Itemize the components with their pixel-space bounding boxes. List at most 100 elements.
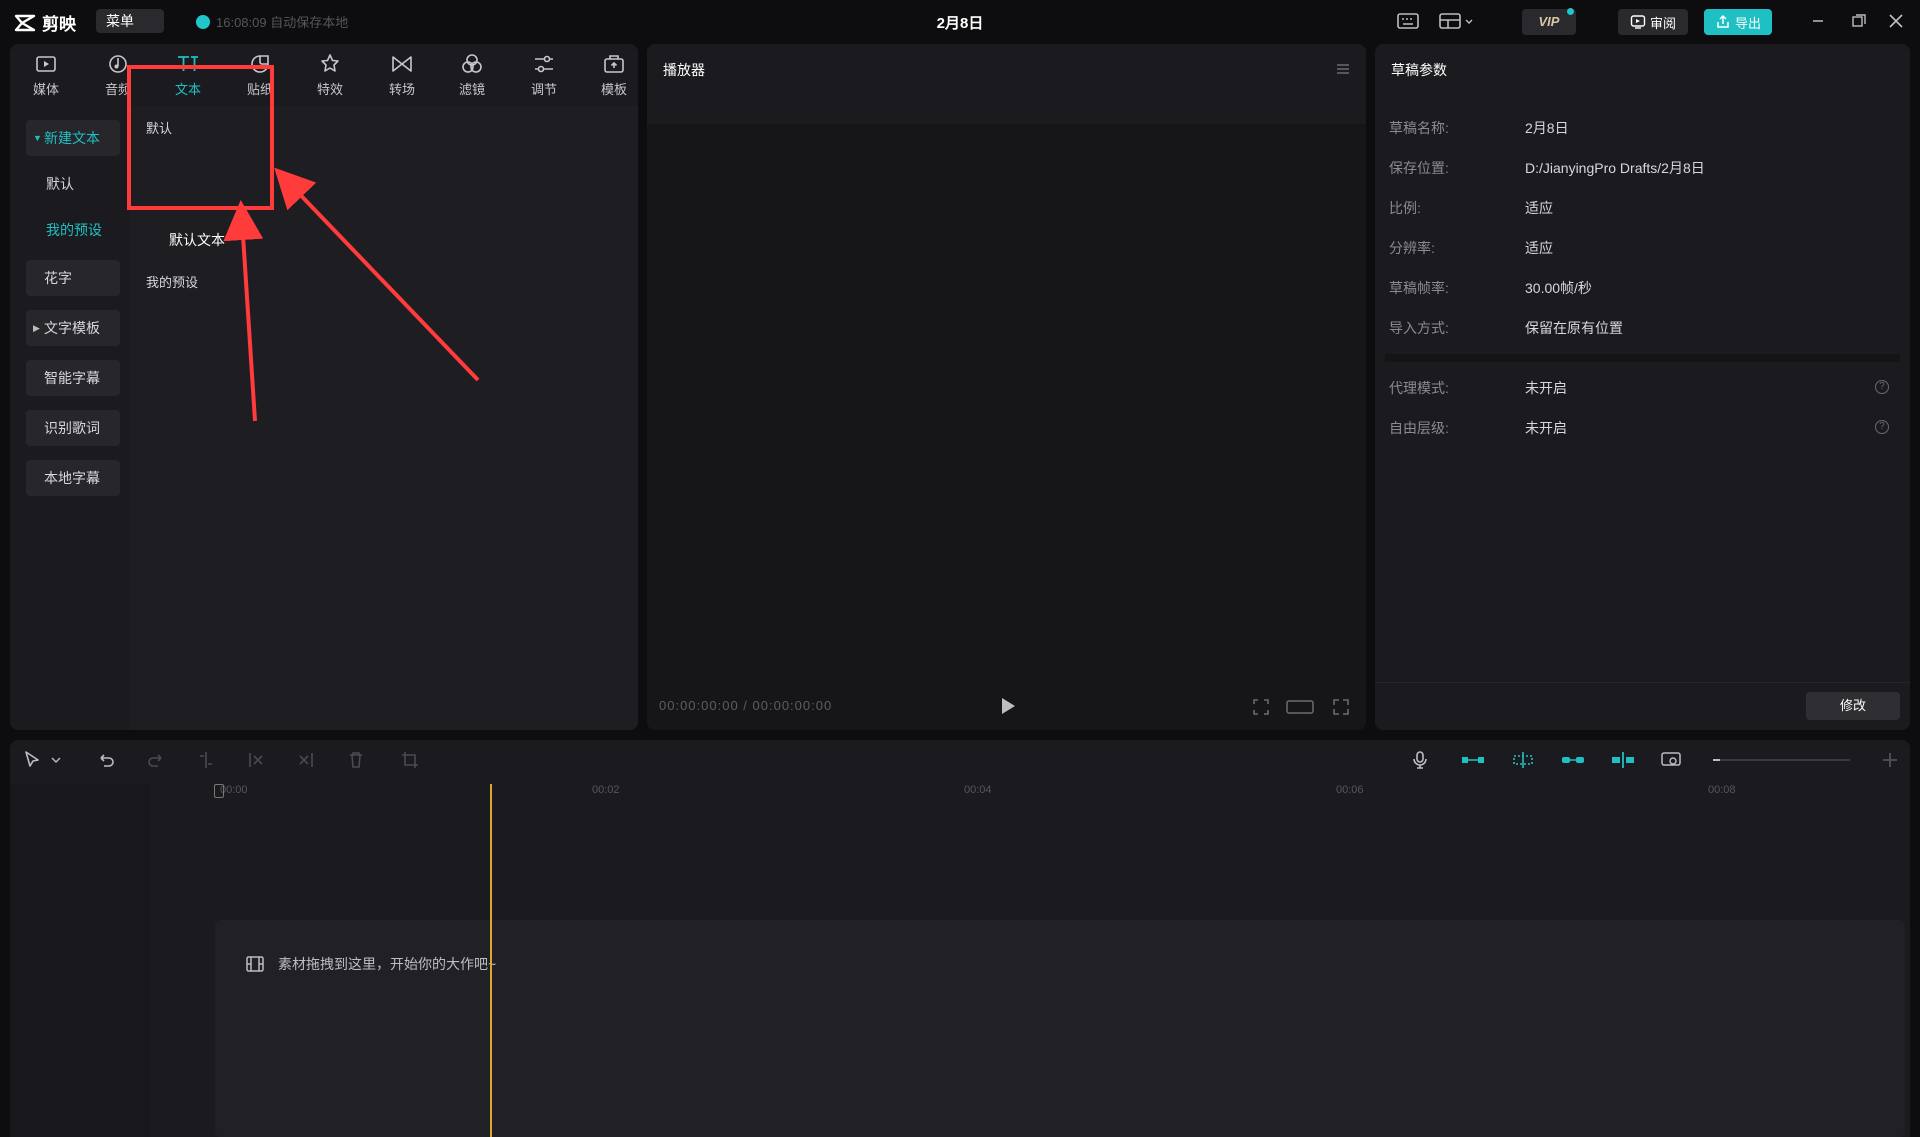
draft-value: 2月8日 bbox=[1525, 120, 1569, 136]
tab-transition[interactable]: 转场 bbox=[372, 48, 432, 100]
sidebar-item-local-captions[interactable]: 本地字幕 bbox=[26, 460, 120, 496]
film-icon bbox=[246, 956, 264, 972]
select-cursor-icon[interactable] bbox=[22, 750, 42, 770]
draft-value: 未开启 bbox=[1525, 380, 1567, 396]
tab-template[interactable]: 模板 bbox=[584, 48, 638, 100]
maximize-icon[interactable] bbox=[1848, 12, 1868, 30]
microphone-icon[interactable] bbox=[1410, 750, 1430, 770]
player-preview-screen[interactable] bbox=[647, 124, 1366, 724]
sidebar-item-recognize-lyrics-label: 识别歌词 bbox=[44, 420, 100, 436]
ruler-label: 00:06 bbox=[1336, 784, 1364, 796]
main-track-magnet-icon[interactable] bbox=[1460, 750, 1486, 770]
material-panel: 媒体 音频 文本 贴纸 特效 转场 滤镜 调节 模板 ▼ 新建文本 默认 我的预… bbox=[10, 44, 638, 730]
minimize-icon[interactable] bbox=[1808, 12, 1828, 30]
review-icon bbox=[1630, 15, 1646, 29]
draft-key: 导入方式: bbox=[1389, 320, 1449, 336]
linkage-icon[interactable] bbox=[1560, 750, 1586, 770]
player-panel: 播放器 00:00:00:00 / 00:00:00:00 bbox=[647, 44, 1366, 730]
zoom-fit-icon[interactable] bbox=[1660, 750, 1682, 770]
fit-screen-icon[interactable] bbox=[1251, 697, 1271, 717]
help-icon[interactable]: ? bbox=[1875, 420, 1889, 434]
export-icon bbox=[1717, 14, 1729, 28]
timeline-panel: 00:00 00:02 00:04 00:06 00:08 素材拖拽到这里，开始… bbox=[10, 740, 1910, 1137]
player-timecode: 00:00:00:00 / 00:00:00:00 bbox=[659, 698, 833, 713]
tab-filter-label: 滤镜 bbox=[458, 82, 485, 97]
crop-icon[interactable] bbox=[400, 750, 420, 770]
draft-value: 保留在原有位置 bbox=[1525, 320, 1623, 336]
aspect-ratio-icon[interactable] bbox=[1285, 697, 1315, 717]
sidebar-item-new-text[interactable]: ▼ 新建文本 bbox=[26, 120, 120, 156]
delete-right-icon[interactable] bbox=[296, 750, 316, 770]
vip-button[interactable]: VIP bbox=[1522, 8, 1576, 35]
ruler-label: 00:04 bbox=[964, 784, 992, 796]
effects-icon bbox=[321, 54, 339, 72]
sidebar-item-recognize-lyrics[interactable]: 识别歌词 bbox=[26, 410, 120, 446]
draft-value: 适应 bbox=[1525, 240, 1553, 256]
chevron-down-icon[interactable] bbox=[50, 750, 62, 770]
draft-value: 30.00帧/秒 bbox=[1525, 280, 1592, 296]
tab-adjust[interactable]: 调节 bbox=[514, 48, 574, 100]
preview-axis-icon[interactable] bbox=[1610, 750, 1636, 770]
layout-icon[interactable] bbox=[1438, 11, 1474, 31]
sidebar-item-text-templates-label: 文字模板 bbox=[44, 320, 100, 336]
autosave-icon bbox=[196, 14, 210, 29]
tab-effects[interactable]: 特效 bbox=[300, 48, 360, 100]
draft-value: 适应 bbox=[1525, 200, 1553, 216]
playhead[interactable] bbox=[490, 784, 492, 1137]
zoom-slider[interactable] bbox=[1720, 759, 1850, 761]
vip-badge-dot bbox=[1567, 8, 1574, 15]
transition-icon bbox=[392, 56, 412, 72]
export-button[interactable]: 导出 bbox=[1704, 9, 1772, 35]
shortcut-keyboard-icon[interactable] bbox=[1396, 11, 1420, 31]
filter-icon bbox=[462, 54, 482, 73]
delete-left-icon[interactable] bbox=[246, 750, 266, 770]
sidebar-item-fancy-text-label: 花字 bbox=[44, 270, 72, 286]
sidebar-item-smart-captions[interactable]: 智能字幕 bbox=[26, 360, 120, 396]
media-icon bbox=[36, 56, 56, 72]
draft-row-free-layer: 自由层级: 未开启 ? bbox=[1389, 418, 1889, 440]
undo-icon[interactable] bbox=[96, 750, 116, 770]
draft-key: 自由层级: bbox=[1389, 420, 1449, 436]
ruler-label: 00:08 bbox=[1708, 784, 1736, 796]
delete-icon[interactable] bbox=[346, 750, 366, 770]
timeline-toolbar bbox=[10, 740, 1910, 780]
close-icon[interactable] bbox=[1886, 12, 1906, 30]
tab-media[interactable]: 媒体 bbox=[16, 48, 76, 100]
template-icon bbox=[604, 55, 624, 73]
draft-key: 比例: bbox=[1389, 200, 1421, 216]
redo-icon[interactable] bbox=[146, 750, 166, 770]
sidebar-item-local-captions-label: 本地字幕 bbox=[44, 470, 100, 486]
tab-effects-label: 特效 bbox=[316, 82, 343, 97]
drop-hint-text: 素材拖拽到这里，开始你的大作吧~ bbox=[278, 956, 497, 972]
ruler-label: 00:00 bbox=[220, 784, 248, 796]
annotation-highlight-box bbox=[127, 65, 274, 210]
caret-right-icon: ▶ bbox=[33, 323, 40, 333]
main-track-drop-zone[interactable] bbox=[215, 920, 1905, 1137]
zoom-in-icon[interactable] bbox=[1880, 750, 1900, 770]
menu-button[interactable]: 菜单 bbox=[96, 9, 164, 33]
default-text-card[interactable]: 默认文本 bbox=[169, 230, 225, 250]
player-menu-icon[interactable] bbox=[1334, 60, 1352, 78]
tab-filter[interactable]: 滤镜 bbox=[442, 48, 502, 100]
playhead-handle[interactable] bbox=[214, 784, 224, 798]
draft-value: 未开启 bbox=[1525, 420, 1567, 436]
draft-divider bbox=[1385, 354, 1900, 362]
review-button[interactable]: 审阅 bbox=[1618, 9, 1688, 35]
sidebar-item-my-presets[interactable]: 我的预设 bbox=[10, 212, 130, 248]
tab-adjust-label: 调节 bbox=[530, 82, 557, 97]
section-my-presets-heading: 我的预设 bbox=[146, 275, 199, 290]
timeline-ruler[interactable]: 00:00 00:02 00:04 00:06 00:08 bbox=[210, 784, 1910, 804]
split-icon[interactable] bbox=[196, 750, 216, 770]
help-icon[interactable]: ? bbox=[1875, 380, 1889, 394]
play-icon[interactable] bbox=[999, 696, 1017, 716]
sidebar-item-fancy-text[interactable]: 花字 bbox=[26, 260, 120, 296]
player-title: 播放器 bbox=[663, 62, 705, 78]
auto-snap-icon[interactable] bbox=[1510, 750, 1536, 770]
sidebar-item-default[interactable]: 默认 bbox=[10, 166, 130, 202]
sidebar-item-text-templates[interactable]: ▶ 文字模板 bbox=[26, 310, 120, 346]
tab-template-label: 模板 bbox=[600, 82, 627, 97]
modify-button[interactable]: 修改 bbox=[1806, 692, 1900, 720]
fullscreen-icon[interactable] bbox=[1331, 697, 1351, 717]
draft-row-name: 草稿名称: 2月8日 bbox=[1389, 118, 1889, 140]
ruler-label: 00:02 bbox=[592, 784, 620, 796]
